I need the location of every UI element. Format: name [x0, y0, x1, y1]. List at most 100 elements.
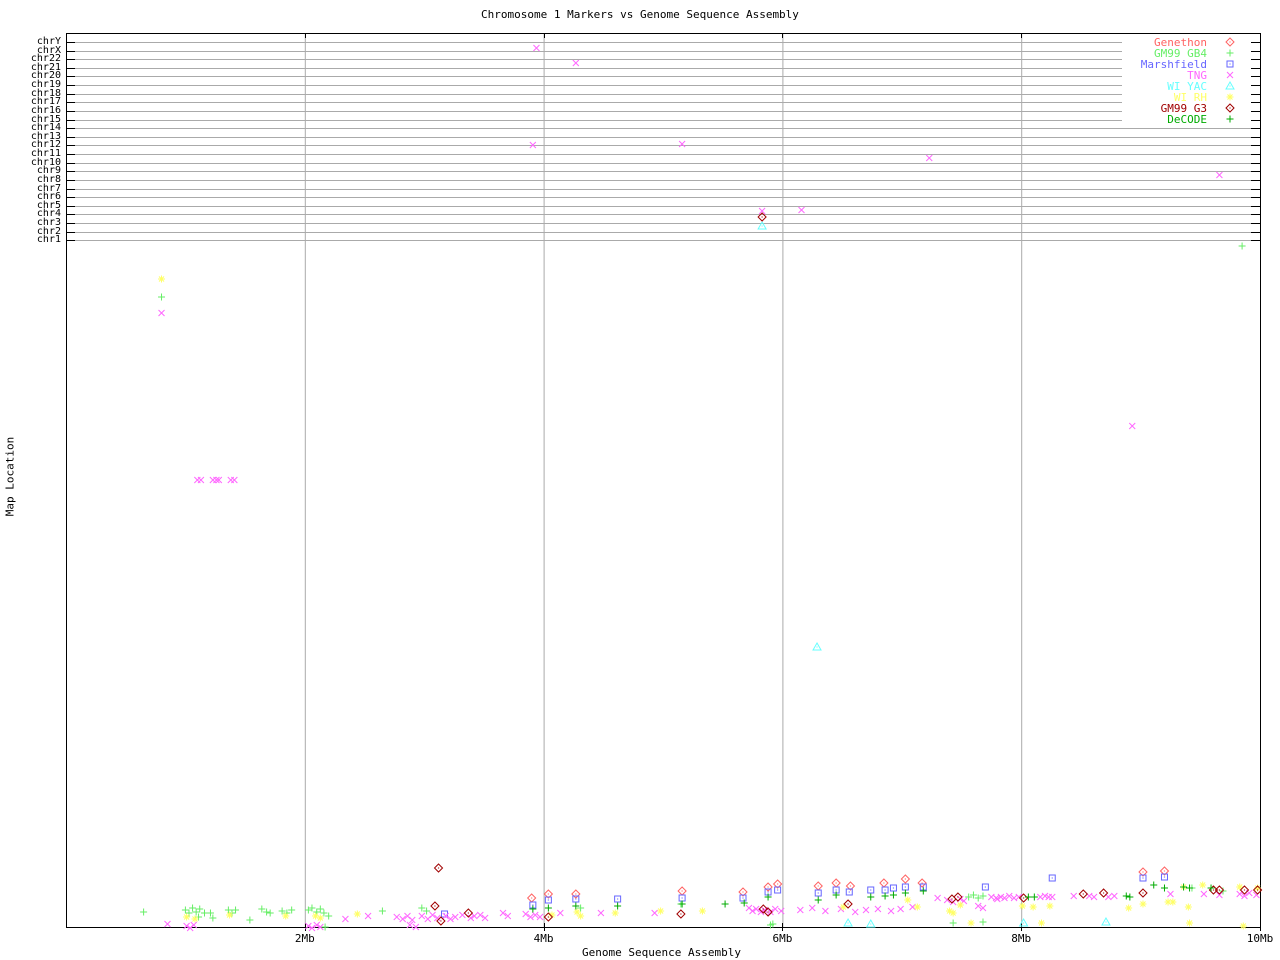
data-point-tng [1091, 894, 1097, 900]
data-point-decode [614, 903, 621, 910]
data-point-tng [809, 905, 815, 911]
data-point-tng [394, 914, 400, 920]
data-point-tng [1111, 893, 1117, 899]
data-point-marshfield [679, 895, 685, 901]
data-point-tng [419, 913, 425, 919]
data-point-tng [1071, 893, 1077, 899]
data-point-wi-rh [840, 904, 847, 911]
data-point-gm99-g3 [431, 902, 439, 910]
data-point-decode [1126, 894, 1133, 901]
x-axis-label: Genome Sequence Assembly [63, 947, 1260, 958]
data-point-gm99-gb4 [232, 907, 239, 914]
data-point-gm99-gb4 [418, 905, 425, 912]
data-point-decode [545, 905, 552, 912]
data-point-decode [902, 890, 909, 897]
data-point-gm99-g3 [1100, 889, 1108, 897]
data-point-tng [1129, 423, 1135, 429]
data-point-tng [822, 908, 828, 914]
x-tick-label-4Mb: 4Mb [514, 933, 574, 944]
data-point-wi-yac [1020, 919, 1028, 926]
data-point-gm99-gb4 [201, 910, 208, 917]
data-point-wi-rh [914, 904, 921, 911]
data-point-tng [598, 910, 604, 916]
data-point-wi-rh [957, 902, 964, 909]
data-point-gm99-g3 [1079, 890, 1087, 898]
data-point-tng [365, 913, 371, 919]
data-point-marshfield [846, 889, 852, 895]
data-point-decode [920, 888, 927, 895]
x-tick-label-8Mb: 8Mb [991, 933, 1051, 944]
data-point-tng [573, 60, 579, 66]
data-point-wi-rh [226, 912, 233, 919]
x-tick-label-2Mb: 2Mb [275, 933, 335, 944]
data-point-tng [342, 916, 348, 922]
data-point-wi-rh [612, 910, 619, 917]
data-point-gm99-gb4 [246, 917, 253, 924]
chart-title: Chromosome 1 Markers vs Genome Sequence … [0, 9, 1280, 20]
x-tick-label-6Mb: 6Mb [752, 933, 812, 944]
data-point-gm99-gb4 [320, 910, 327, 917]
data-point-wi-rh [1185, 904, 1192, 911]
data-point-gm99-gb4 [189, 905, 196, 912]
data-point-tng [1201, 891, 1207, 897]
data-point-decode [890, 892, 897, 899]
data-point-decode [1150, 882, 1157, 889]
data-point-marshfield [890, 885, 896, 891]
data-point-wi-rh [1139, 901, 1146, 908]
data-point-gm99-gb4 [196, 906, 203, 913]
data-point-tng [1216, 892, 1222, 898]
plot-frame [67, 34, 1261, 928]
data-point-genethon [901, 875, 909, 883]
data-point-gm99-gb4 [258, 906, 265, 913]
data-point-wi-rh [1236, 884, 1243, 891]
data-point-gm99-gb4 [950, 920, 957, 927]
data-point-decode [1123, 893, 1130, 900]
data-point-tng [1167, 891, 1173, 897]
data-point-wi-rh [317, 915, 324, 922]
data-point-wi-rh [950, 910, 957, 917]
data-point-decode [529, 906, 536, 913]
data-point-tng [159, 310, 165, 316]
data-point-gm99-gb4 [979, 919, 986, 926]
data-point-marshfield [615, 896, 621, 902]
data-point-wi-rh [577, 913, 584, 920]
data-point-wi-rh [904, 897, 911, 904]
data-point-tng [935, 895, 941, 901]
data-point-marshfield [815, 890, 821, 896]
data-point-wi-rh [1038, 920, 1045, 927]
data-point-wi-rh [1169, 899, 1176, 906]
data-point-wi-rh [354, 911, 361, 918]
data-point-decode [1161, 885, 1168, 892]
scatter-chart: Chromosome 1 Markers vs Genome Sequence … [0, 0, 1280, 960]
data-point-wi-rh [158, 276, 165, 283]
data-point-gm99-gb4 [288, 907, 295, 914]
data-point-tng [425, 916, 431, 922]
data-point-marshfield [902, 884, 908, 890]
data-point-tng [875, 906, 881, 912]
data-point-marshfield [982, 884, 988, 890]
data-point-gm99-gb4 [267, 910, 274, 917]
data-point-marshfield [441, 911, 447, 917]
data-point-wi-yac [813, 643, 821, 650]
data-point-tng [533, 45, 539, 51]
data-point-marshfield [1049, 875, 1055, 881]
data-point-wi-rh [183, 914, 190, 921]
data-point-tng [164, 921, 170, 927]
data-point-decode [867, 894, 874, 901]
data-point-marshfield [868, 887, 874, 893]
data-point-decode [815, 897, 822, 904]
data-point-gm99-gb4 [317, 906, 324, 913]
data-point-marshfield [573, 896, 579, 902]
data-point-wi-rh [657, 908, 664, 915]
data-point-tng [852, 909, 858, 915]
data-point-wi-yac [1102, 918, 1110, 925]
data-point-tng [797, 907, 803, 913]
data-point-gm99-gb4 [1239, 243, 1246, 250]
data-point-wi-rh [1030, 904, 1037, 911]
data-point-tng [231, 477, 237, 483]
data-point-decode [679, 901, 686, 908]
data-point-wi-rh [191, 916, 198, 923]
data-point-tng [863, 907, 869, 913]
data-point-gm99-gb4 [379, 908, 386, 915]
data-point-tng [926, 155, 932, 161]
